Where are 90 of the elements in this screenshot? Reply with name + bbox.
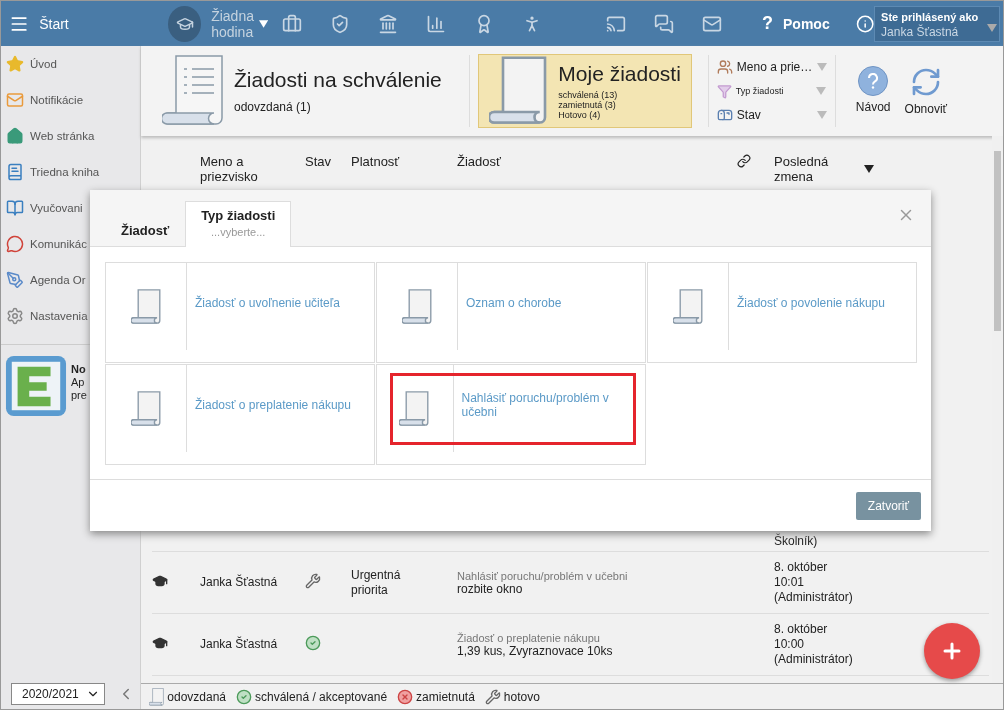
refresh-button[interactable]: Obnoviť: [904, 66, 948, 116]
legend-item: odovzdaná: [149, 687, 226, 706]
briefcase-icon[interactable]: [282, 13, 302, 34]
scroll-icon: [399, 390, 431, 427]
request-text: rozbite okno: [457, 581, 523, 596]
dialog-tab[interactable]: Typ žiadosti ...vyberte...: [185, 201, 292, 247]
filter-dropdown[interactable]: Meno a prie…: [716, 57, 827, 77]
dialog-tab[interactable]: Žiadosť: [105, 207, 186, 247]
scroll-icon: [488, 56, 549, 126]
wrench-icon: [305, 573, 321, 589]
column-header[interactable]: Žiadosť: [457, 154, 737, 169]
summary-card[interactable]: Moje žiadosti schválená (13) zamietnutá (3) Hotovo (4): [477, 54, 692, 128]
sort-icon: [864, 165, 874, 173]
legend-item: zamietnutá: [397, 688, 475, 705]
pen-icon: [6, 271, 24, 289]
check-circle-icon: [236, 688, 252, 705]
request-text: 1,39 kus, Zvyraznovace 10ks: [457, 643, 614, 658]
graduation-cap-icon: [152, 573, 168, 589]
book-icon: [6, 163, 24, 181]
sidebar-item[interactable]: Triedna kniha: [1, 154, 140, 190]
summary-card[interactable]: Žiadosti na schválenie odovzdaná (1): [151, 54, 453, 128]
check-circle-icon: [305, 635, 321, 651]
card-count: schválená (13): [558, 90, 619, 100]
caret-icon: [815, 87, 826, 95]
scroll-icon: [130, 288, 162, 325]
promo-text: pre: [71, 389, 87, 402]
bank-icon[interactable]: [378, 13, 398, 34]
scroll-icon: [672, 288, 704, 325]
mailbox-icon: [716, 107, 733, 123]
table-cell-text: Janka Šťastná: [200, 637, 279, 652]
add-button[interactable]: [924, 623, 980, 679]
scroll-icon: [401, 288, 433, 325]
table-cell: 8. október 10:01 (Administrátor): [774, 560, 852, 605]
info-icon[interactable]: [855, 13, 875, 34]
filter-dropdown[interactable]: Typ žiadosti: [716, 81, 827, 101]
app-logo: [5, 355, 67, 417]
house-icon: [6, 127, 24, 145]
column-header[interactable]: Platnosť: [351, 154, 457, 169]
caret-icon: [258, 19, 268, 28]
scroll-icon: [162, 55, 224, 127]
table-cell-text: Školník): [774, 534, 819, 549]
table-cell-text: Janka Šťastná: [200, 575, 279, 590]
user-selector[interactable]: Ste prihlásený ako Janka Šťastná: [874, 5, 1000, 42]
card-count: Hotovo (4): [558, 110, 602, 120]
graduation-cap-icon: [152, 635, 168, 651]
scroll-icon: [149, 687, 165, 706]
funnel-icon: [716, 83, 732, 99]
user-name: Janka Šťastná: [881, 24, 960, 39]
legend-item: hotovo: [484, 688, 540, 705]
request-type: Žiadosť o preplatenie nákupu: [457, 631, 601, 644]
shield-icon[interactable]: [330, 13, 350, 34]
envelope-icon: [6, 91, 24, 109]
question-icon: [868, 73, 879, 89]
column-header[interactable]: Posledná zmena: [774, 154, 844, 184]
star-icon: [6, 55, 24, 73]
open-book-icon: [6, 199, 24, 217]
card-count: zamietnutá (3): [558, 100, 617, 110]
card-title: Žiadosti na schválenie: [234, 68, 442, 92]
caret-icon: [987, 23, 997, 32]
settings-icon: [6, 307, 24, 325]
legend-item: schválená / akceptované: [236, 688, 388, 705]
caret-icon: [816, 63, 827, 71]
filter-dropdown[interactable]: Stav: [716, 105, 827, 125]
column-header[interactable]: Meno a priezvisko: [200, 154, 266, 184]
request-type: Nahlásiť poruchu/problém v učebni: [457, 569, 629, 582]
card-count: odovzdaná (1): [234, 100, 312, 114]
wrench-icon: [484, 688, 501, 705]
sidebar-item[interactable]: Web stránka: [1, 118, 140, 154]
cross-circle-icon: [397, 688, 414, 705]
people-icon: [716, 59, 733, 75]
year-select[interactable]: 2020/2021: [11, 683, 105, 705]
chat-icon[interactable]: [654, 13, 674, 34]
help-icon[interactable]: ?: [762, 13, 773, 34]
user-caption: Ste prihlásený ako: [881, 10, 980, 23]
link-icon: [737, 154, 751, 168]
scroll-icon: [130, 390, 162, 427]
table-cell: 8. október 10:00 (Administrátor): [774, 622, 852, 667]
table-row[interactable]: Janka Šťastná Urgentná priorita Nahlásiť poruchu/problém v učebni rozbite okno 8. október 10:01 (Administrátor): [152, 552, 989, 614]
table-cell-text: Urgentná priorita: [351, 567, 402, 598]
sidebar-item[interactable]: Úvod: [1, 46, 140, 82]
promo-text: Ap: [71, 376, 86, 389]
caret-icon: [816, 111, 827, 119]
sidebar-item[interactable]: Notifikácie: [1, 82, 140, 118]
help-link[interactable]: Pomoc: [783, 15, 830, 32]
card-title: Moje žiadosti: [558, 62, 681, 86]
chat-icon: [6, 235, 24, 253]
column-header[interactable]: Stav: [305, 154, 351, 169]
start-label[interactable]: Štart: [39, 15, 141, 32]
promo-title: No: [71, 363, 87, 376]
bar-chart-icon[interactable]: [426, 13, 446, 34]
